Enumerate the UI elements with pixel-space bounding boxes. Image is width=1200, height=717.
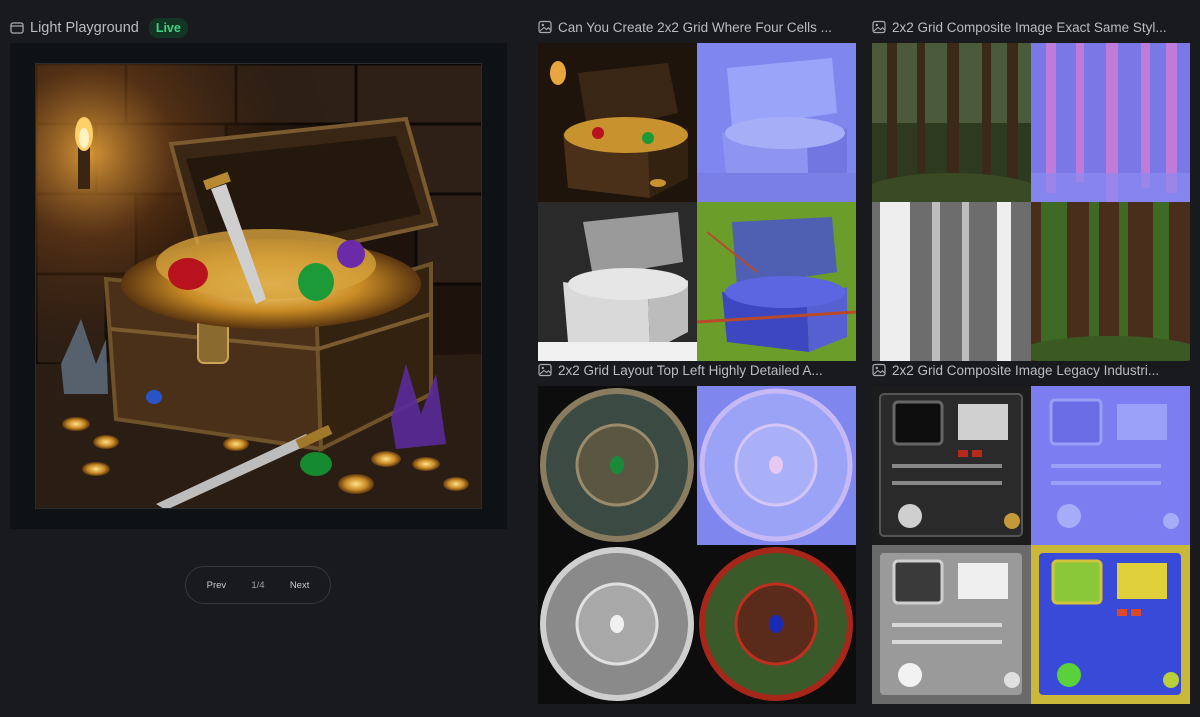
height-map-cell xyxy=(538,545,697,704)
depth-map-cell xyxy=(872,202,1031,361)
albedo-cell xyxy=(538,43,697,202)
image-icon xyxy=(538,20,552,34)
height-map-cell xyxy=(872,545,1031,704)
normal-map-cell xyxy=(1031,386,1190,545)
gallery-card-title-text: 2x2 Grid Layout Top Left Highly Detailed… xyxy=(558,362,823,378)
image-icon xyxy=(872,20,886,34)
roughness-map-cell xyxy=(1031,545,1190,704)
prev-button[interactable]: Prev xyxy=(207,580,227,591)
roughness-map-cell xyxy=(697,202,856,361)
image-icon xyxy=(538,363,552,377)
gallery-card-title[interactable]: 2x2 Grid Layout Top Left Highly Detailed… xyxy=(538,361,860,379)
albedo-cell xyxy=(538,386,697,545)
gallery-card-forest[interactable] xyxy=(872,43,1190,361)
gallery-card-title-text: 2x2 Grid Composite Image Legacy Industri… xyxy=(892,362,1160,378)
pager: Prev 1/4 Next xyxy=(185,566,331,604)
albedo-cell xyxy=(872,386,1031,545)
preview-stage xyxy=(10,43,507,529)
normal-map-cell xyxy=(697,386,856,545)
gallery-card-shield[interactable] xyxy=(538,386,856,704)
albedo-cell xyxy=(872,43,1031,202)
depth-map-cell xyxy=(538,202,697,361)
gallery-card-control-panel[interactable] xyxy=(872,386,1190,704)
playground-title: Light Playground xyxy=(30,20,139,36)
gallery-card-title-text: 2x2 Grid Composite Image Exact Same Styl… xyxy=(892,19,1167,35)
gallery-card-treasure[interactable] xyxy=(538,43,856,361)
gallery-card-title[interactable]: 2x2 Grid Composite Image Legacy Industri… xyxy=(872,361,1194,379)
live-badge: Live xyxy=(148,18,188,38)
gallery-card-title[interactable]: 2x2 Grid Composite Image Exact Same Styl… xyxy=(872,18,1194,36)
normal-map-cell xyxy=(697,43,856,202)
playground-header: Light Playground Live xyxy=(10,16,188,40)
normal-map-cell xyxy=(1031,43,1190,202)
page-indicator: 1/4 xyxy=(251,579,265,591)
gallery-card-title-text: Can You Create 2x2 Grid Where Four Cells… xyxy=(558,19,832,35)
next-button[interactable]: Next xyxy=(290,580,310,591)
roughness-map-cell xyxy=(697,545,856,704)
gallery-card-title[interactable]: Can You Create 2x2 Grid Where Four Cells… xyxy=(538,18,860,36)
image-icon xyxy=(872,363,886,377)
treasure-chest-preview-image[interactable] xyxy=(35,63,482,509)
roughness-map-cell xyxy=(1031,202,1190,361)
window-icon xyxy=(10,21,24,35)
